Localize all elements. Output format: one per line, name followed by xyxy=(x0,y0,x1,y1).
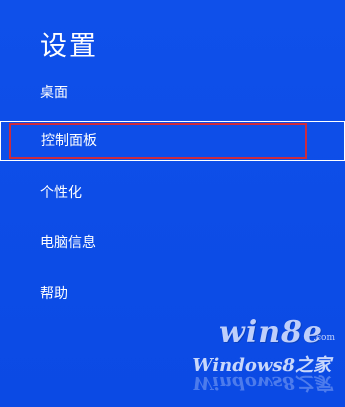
settings-item-label: 帮助 xyxy=(40,286,68,302)
site-watermark: win8e .com Windows8之家 Windows8之家 xyxy=(157,311,337,401)
settings-item-desktop[interactable]: 桌面 xyxy=(0,73,345,113)
watermark-main-text: win8e xyxy=(219,315,323,350)
settings-item-control-panel[interactable]: 控制面板 xyxy=(0,121,345,161)
watermark-suffix-text: .com xyxy=(313,333,335,343)
settings-item-personalization[interactable]: 个性化 xyxy=(0,173,345,213)
settings-item-label: 电脑信息 xyxy=(40,235,96,251)
settings-item-label: 个性化 xyxy=(40,185,82,201)
panel-title: 设置 xyxy=(40,31,98,62)
settings-item-label: 控制面板 xyxy=(41,133,97,149)
watermark-reflection: Windows8之家 xyxy=(192,372,331,393)
settings-item-help[interactable]: 帮助 xyxy=(0,274,345,314)
settings-item-label: 桌面 xyxy=(40,85,68,101)
settings-item-pc-info[interactable]: 电脑信息 xyxy=(0,223,345,263)
settings-charm-panel: 设置 桌面 控制面板 个性化 电脑信息 帮助 win8e .com Window… xyxy=(0,0,345,407)
